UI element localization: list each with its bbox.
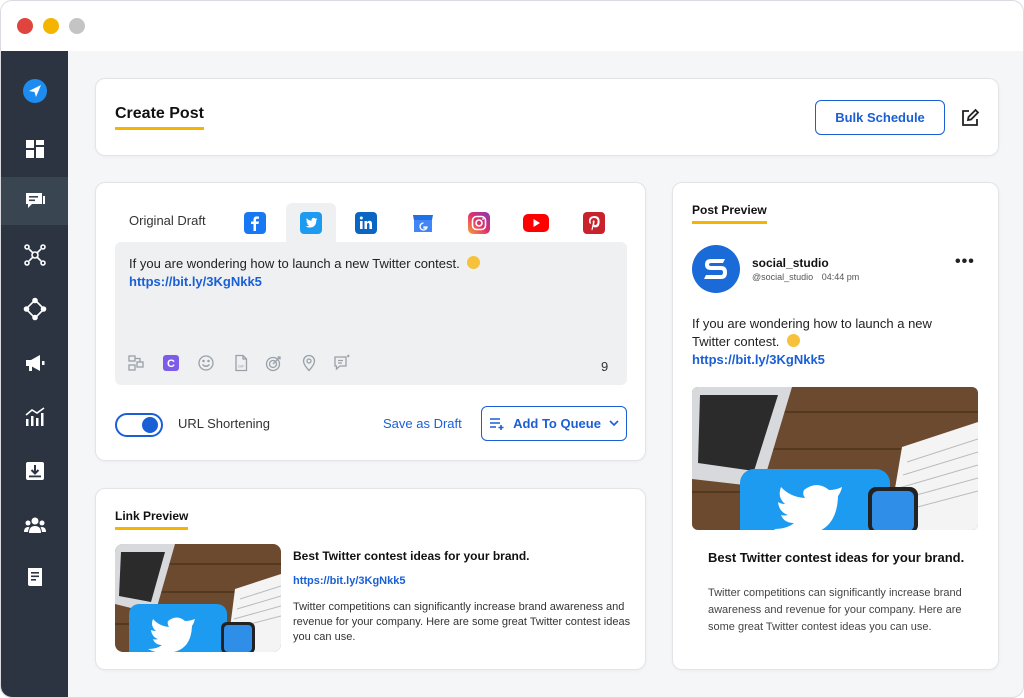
post-link[interactable]: https://bit.ly/3KgNkk5 <box>129 274 262 289</box>
character-count: 9 <box>601 359 609 374</box>
post-preview-card: Post Preview social_studio @social_studi… <box>672 182 999 670</box>
add-to-queue-label: Add To Queue <box>513 416 601 431</box>
star-struck-emoji-icon <box>787 334 801 347</box>
report-icon <box>27 568 42 586</box>
preview-post-text: If you are wondering how to launch a new… <box>692 315 962 369</box>
edit-icon[interactable] <box>960 108 980 128</box>
google-business-icon <box>413 215 433 232</box>
tab-twitter[interactable] <box>286 203 336 243</box>
window-titlebar <box>1 1 1023 51</box>
app-logo[interactable] <box>1 67 68 115</box>
emoji-icon[interactable] <box>197 354 215 372</box>
star-struck-emoji-icon <box>467 256 481 269</box>
sidebar-item-network[interactable] <box>1 231 68 279</box>
chevron-down-icon <box>609 420 619 427</box>
account-name: social_studio <box>752 256 829 270</box>
sidebar-item-workflow[interactable] <box>1 285 68 333</box>
link-preview-url[interactable]: https://bit.ly/3KgNkk5 <box>293 575 405 587</box>
maximize-window-dot[interactable] <box>69 18 85 34</box>
twitter-icon <box>300 212 322 234</box>
post-time: 04:44 pm <box>821 272 860 282</box>
post-text: If you are wondering how to launch a new… <box>129 256 460 271</box>
account-handle: @social_studio <box>752 272 814 282</box>
megaphone-icon <box>25 355 44 371</box>
preview-text: If you are wondering how to launch a new… <box>692 316 932 349</box>
sidebar-item-dashboard[interactable] <box>1 125 68 173</box>
app-window: Create Post Bulk Schedule Original Draft <box>0 0 1024 698</box>
sidebar-item-team[interactable] <box>1 501 68 549</box>
create-post-header: Create Post Bulk Schedule <box>95 78 999 156</box>
minimize-window-dot[interactable] <box>43 18 59 34</box>
preview-link[interactable]: https://bit.ly/3KgNkk5 <box>692 352 825 367</box>
linkedin-icon <box>355 212 377 234</box>
tab-instagram[interactable] <box>454 203 504 243</box>
compose-icon <box>25 193 45 208</box>
sidebar-item-compose[interactable] <box>1 177 68 225</box>
sidebar-item-analytics[interactable] <box>1 393 68 441</box>
bulk-schedule-button[interactable]: Bulk Schedule <box>815 100 945 135</box>
page-title: Create Post <box>115 105 204 130</box>
svg-text:GIF: GIF <box>238 364 245 369</box>
sidebar-item-campaigns[interactable] <box>1 339 68 387</box>
preview-description: Twitter competitions can significantly i… <box>708 587 962 633</box>
post-meta: @social_studio 04:44 pm <box>752 272 859 282</box>
link-preview-headline[interactable]: Best Twitter contest ideas for your bran… <box>293 549 529 563</box>
queue-list-icon <box>490 417 504 430</box>
link-preview-card: Link Preview Best Twitter contest ideas … <box>95 488 646 670</box>
template-icon[interactable] <box>127 354 145 372</box>
tab-facebook[interactable] <box>230 203 280 243</box>
add-to-queue-button[interactable]: Add To Queue <box>481 406 627 441</box>
tab-pinterest[interactable] <box>569 203 619 243</box>
link-preview-image <box>115 544 281 652</box>
analytics-icon <box>24 407 44 426</box>
team-icon <box>23 517 46 533</box>
preview-headline[interactable]: Best Twitter contest ideas for your bran… <box>708 550 964 565</box>
save-as-draft-button[interactable]: Save as Draft <box>383 416 462 431</box>
instagram-icon <box>468 212 490 234</box>
original-draft-tab[interactable]: Original Draft <box>129 213 206 228</box>
tab-google-business[interactable] <box>398 203 448 243</box>
avatar <box>692 245 740 293</box>
post-preview-image <box>692 387 978 530</box>
post-composer: Original Draft If you are wondering how … <box>95 182 646 461</box>
post-text-content[interactable]: If you are wondering how to launch a new… <box>129 255 481 291</box>
close-window-dot[interactable] <box>17 18 33 34</box>
sidebar <box>1 51 68 697</box>
sidebar-item-reports[interactable] <box>1 553 68 601</box>
gif-icon[interactable]: GIF <box>232 354 250 372</box>
send-logo-icon <box>22 79 47 103</box>
url-shortening-label: URL Shortening <box>178 416 271 431</box>
dashboard-icon <box>25 140 44 158</box>
comment-icon[interactable] <box>333 354 351 372</box>
canva-icon[interactable]: C <box>162 354 180 372</box>
download-icon <box>25 462 44 480</box>
tab-youtube[interactable] <box>511 203 561 243</box>
sidebar-item-inbox[interactable] <box>1 447 68 495</box>
post-preview-title: Post Preview <box>692 203 767 224</box>
tab-linkedin[interactable] <box>341 203 391 243</box>
facebook-icon <box>244 212 266 234</box>
svg-text:C: C <box>167 358 175 370</box>
url-shortening-toggle[interactable] <box>115 413 163 437</box>
pinterest-icon <box>583 212 605 234</box>
youtube-icon <box>523 214 549 232</box>
network-icon <box>23 244 46 266</box>
more-options-icon[interactable]: ••• <box>955 253 975 271</box>
link-preview-description: Twitter competitions can significantly i… <box>293 601 631 643</box>
location-icon[interactable] <box>300 354 318 372</box>
post-editor[interactable]: If you are wondering how to launch a new… <box>115 242 627 385</box>
target-icon[interactable] <box>265 354 283 372</box>
link-preview-title: Link Preview <box>115 509 189 530</box>
toggle-knob <box>142 417 158 433</box>
diamond-nodes-icon <box>23 297 46 321</box>
